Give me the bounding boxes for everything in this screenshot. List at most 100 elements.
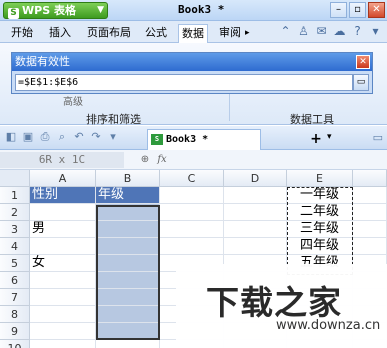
cell-e4[interactable]: 四年级 <box>287 238 353 255</box>
select-all-corner[interactable] <box>0 170 30 187</box>
zoom-icon[interactable]: ⊕ <box>138 153 152 167</box>
cell-a2[interactable] <box>30 204 96 221</box>
row-header-6[interactable]: 6 <box>0 272 30 289</box>
advanced-filter-button[interactable]: 高级 <box>63 93 83 108</box>
save-icon[interactable]: ▣ <box>21 130 35 144</box>
title-bar: S WPS 表格 ▼ Book3 * – ▫ ✕ <box>0 0 387 21</box>
row-header-8[interactable]: 8 <box>0 306 30 323</box>
cell-d2[interactable] <box>224 204 287 221</box>
cell-a8[interactable] <box>30 306 96 323</box>
function-icon[interactable]: fx <box>155 153 169 167</box>
cell-b10[interactable] <box>96 340 160 348</box>
cell-b9[interactable] <box>96 323 160 340</box>
dropdown-arrow-icon: ▼ <box>97 5 104 15</box>
close-button[interactable]: ✕ <box>368 2 385 18</box>
tab-formulas[interactable]: 公式 <box>142 24 170 43</box>
name-box[interactable]: 6R x 1C <box>0 152 124 168</box>
range-input[interactable]: =$E$1:$E$6 <box>15 74 353 91</box>
chevron-down-icon[interactable]: ▾ <box>368 24 383 39</box>
cell-c3[interactable] <box>160 221 224 238</box>
cell-f3[interactable] <box>353 221 387 238</box>
column-header-d[interactable]: D <box>224 170 287 187</box>
cell-f4[interactable] <box>353 238 387 255</box>
cloud-icon[interactable]: ☁ <box>332 24 347 39</box>
cell-d4[interactable] <box>224 238 287 255</box>
cell-d3[interactable] <box>224 221 287 238</box>
watermark-url: www.downza.cn <box>276 318 381 333</box>
dialog-title: 数据有效性 <box>12 53 372 71</box>
undo-icon[interactable]: ↶ <box>72 130 86 144</box>
row-header-1[interactable]: 1 <box>0 187 30 204</box>
cell-c4[interactable] <box>160 238 224 255</box>
cell-b7[interactable] <box>96 289 160 306</box>
cell-a1[interactable]: 性别 <box>30 187 96 204</box>
dialog-close-icon[interactable]: ✕ <box>356 55 370 69</box>
cell-a7[interactable] <box>30 289 96 306</box>
wps-office-icon[interactable]: ◧ <box>4 130 18 144</box>
formula-bar: 6R x 1C ⊕ fx <box>0 150 387 170</box>
print-preview-icon[interactable]: ⌕ <box>55 130 69 144</box>
cell-b1[interactable]: 年级 <box>96 187 160 204</box>
spreadsheet-icon: S <box>151 134 163 145</box>
restore-button[interactable]: ▫ <box>349 2 366 18</box>
shirt-icon[interactable]: ♙ <box>296 24 311 39</box>
cell-c2[interactable] <box>160 204 224 221</box>
ribbon-tabs: 开始 插入 页面布局 公式 数据 审阅 ▸ ⌃ ♙ ✉ ☁ ? ▾ <box>0 21 387 43</box>
watermark: 下载之家 www.downza.cn <box>176 264 387 348</box>
tab-home[interactable]: 开始 <box>8 24 36 43</box>
cell-a10[interactable] <box>30 340 96 348</box>
row-header-5[interactable]: 5 <box>0 255 30 272</box>
cell-b4[interactable] <box>96 238 160 255</box>
tab-insert[interactable]: 插入 <box>46 24 74 43</box>
new-tab-button[interactable]: + <box>308 131 324 147</box>
print-icon[interactable]: ⎙ <box>38 130 52 144</box>
new-tab-dropdown-icon[interactable]: ▾ <box>327 132 332 142</box>
cell-d1[interactable] <box>224 187 287 204</box>
cell-a9[interactable] <box>30 323 96 340</box>
cell-f2[interactable] <box>353 204 387 221</box>
cell-f1[interactable] <box>353 187 387 204</box>
cell-c1[interactable] <box>160 187 224 204</box>
window-layout-icon[interactable]: ▭ <box>373 131 383 144</box>
cell-a3[interactable]: 男 <box>30 221 96 238</box>
column-header-b[interactable]: B <box>96 170 160 187</box>
tab-data[interactable]: 数据 <box>178 24 208 43</box>
row-header-7[interactable]: 7 <box>0 289 30 306</box>
quick-access-icons: ◧ ▣ ⎙ ⌕ ↶ ↷ ▾ <box>4 130 120 144</box>
row-header-9[interactable]: 9 <box>0 323 30 340</box>
cell-a5[interactable]: 女 <box>30 255 96 272</box>
document-tab[interactable]: S Book3 * <box>147 129 261 150</box>
row-header-3[interactable]: 3 <box>0 221 30 238</box>
row-header-4[interactable]: 4 <box>0 238 30 255</box>
row-header-2[interactable]: 2 <box>0 204 30 221</box>
cell-e2[interactable]: 二年级 <box>287 204 353 221</box>
expand-dialog-icon[interactable]: ▭ <box>353 74 369 91</box>
customize-arrow-icon[interactable]: ▾ <box>106 130 120 144</box>
help-icon[interactable]: ? <box>350 24 365 39</box>
column-header-c[interactable]: C <box>160 170 224 187</box>
cell-b6[interactable] <box>96 272 160 289</box>
cell-b3[interactable] <box>96 221 160 238</box>
cell-b5[interactable] <box>96 255 160 272</box>
app-menu-button[interactable]: S WPS 表格 ▼ <box>3 2 108 19</box>
column-header-a[interactable]: A <box>30 170 96 187</box>
redo-icon[interactable]: ↷ <box>89 130 103 144</box>
column-header-f[interactable] <box>353 170 387 187</box>
row-header-10[interactable]: 10 <box>0 340 30 348</box>
cell-e3[interactable]: 三年级 <box>287 221 353 238</box>
cell-a6[interactable] <box>30 272 96 289</box>
document-title: Book3 * <box>178 3 225 16</box>
up-arrow-icon[interactable]: ⌃ <box>278 24 293 39</box>
wps-logo-icon: S <box>8 8 19 19</box>
cell-e1[interactable]: 一年级 <box>287 187 353 204</box>
group-label-sort-filter: 排序和筛选 <box>86 113 141 126</box>
minimize-button[interactable]: – <box>330 2 347 18</box>
cell-b2[interactable] <box>96 204 160 221</box>
tab-page-layout[interactable]: 页面布局 <box>84 24 134 43</box>
cell-a4[interactable] <box>30 238 96 255</box>
tab-review[interactable]: 审阅 <box>216 24 244 43</box>
gift-icon[interactable]: ✉ <box>314 24 329 39</box>
column-header-e[interactable]: E <box>287 170 353 187</box>
tab-scroll-right-icon[interactable]: ▸ <box>242 24 253 43</box>
cell-b8[interactable] <box>96 306 160 323</box>
